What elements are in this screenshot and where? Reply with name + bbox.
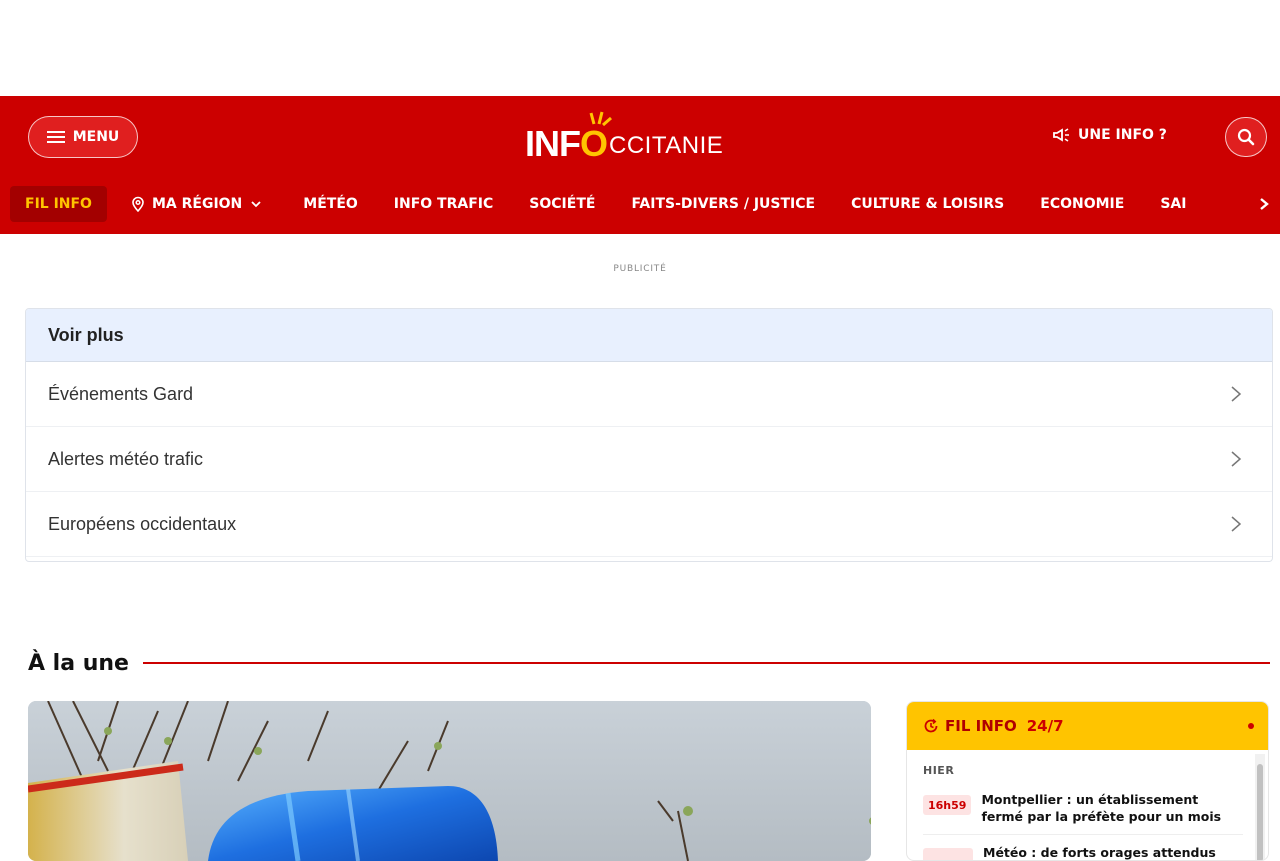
logo-ccitanie-text: CCITANIE <box>609 132 724 159</box>
fil-info-title: FIL INFO <box>945 717 1017 735</box>
main-navigation: FIL INFO MA RÉGION MÉTÉO INFO TRAFIC SOC… <box>0 184 1280 224</box>
police-siren-photo <box>28 701 871 861</box>
chevron-right-icon <box>1231 516 1242 532</box>
logo-sun-o: O <box>580 111 612 164</box>
scrollbar-thumb[interactable] <box>1257 764 1263 860</box>
nav-item-faits-divers-justice[interactable]: FAITS-DIVERS / JUSTICE <box>631 186 815 222</box>
chevron-right-icon <box>1260 198 1269 210</box>
nav-item-sante[interactable]: SAI <box>1160 186 1186 222</box>
live-dot-icon <box>1248 723 1254 729</box>
voir-plus-item-label: Européens occidentaux <box>48 513 237 534</box>
hamburger-icon <box>46 131 65 143</box>
voir-plus-item[interactable]: Européens occidentaux <box>26 492 1272 557</box>
clock-refresh-icon <box>924 718 938 733</box>
fil-info-time: 16h59 <box>923 795 972 815</box>
nav-item-ma-region[interactable]: MA RÉGION <box>130 186 262 222</box>
fil-info-time <box>923 848 973 860</box>
section-divider <box>142 662 1270 664</box>
search-icon <box>1237 128 1255 146</box>
site-logo[interactable]: INF O CCITANIE <box>525 110 723 164</box>
sun-rays-icon <box>589 111 612 126</box>
search-button[interactable] <box>1225 117 1267 157</box>
fil-info-header[interactable]: FIL INFO 24/7 <box>907 702 1268 750</box>
nav-item-meteo[interactable]: MÉTÉO <box>303 186 358 222</box>
fil-info-list: HIER 16h59 Montpellier : un établissemen… <box>907 750 1268 860</box>
nav-item-societe[interactable]: SOCIÉTÉ <box>529 186 595 222</box>
voir-plus-item-label: Événements Gard <box>48 383 194 404</box>
voir-plus-title: Voir plus <box>26 309 1272 362</box>
a-la-une-title: À la une <box>28 650 129 676</box>
logo-info-text: INF <box>525 123 581 164</box>
chevron-right-icon <box>1231 451 1242 467</box>
fil-info-text: Montpellier : un établissement fermé par… <box>981 792 1222 824</box>
voir-plus-panel: Voir plus Événements Gard Alertes météo … <box>25 308 1273 562</box>
nav-item-economie[interactable]: ECONOMIE <box>1040 186 1124 222</box>
voir-plus-item[interactable]: Alertes météo trafic <box>26 427 1272 492</box>
fil-info-widget: FIL INFO 24/7 HIER 16h59 Montpellier : u… <box>906 701 1269 861</box>
voir-plus-item-label: Alertes météo trafic <box>48 448 204 469</box>
nav-item-culture-loisirs[interactable]: CULTURE & LOISIRS <box>851 186 1004 222</box>
fil-info-badge: 24/7 <box>1026 717 1064 735</box>
nav-item-info-trafic[interactable]: INFO TRAFIC <box>394 186 493 222</box>
une-info-label: UNE INFO ? <box>1078 127 1167 143</box>
menu-button[interactable]: MENU <box>28 116 138 158</box>
fil-info-item[interactable]: 16h59 Montpellier : un établissement fer… <box>923 791 1243 835</box>
a-la-une-section-header: À la une <box>28 648 1270 678</box>
chevron-down-icon <box>251 201 261 208</box>
une-info-link[interactable]: UNE INFO ? <box>1052 124 1167 146</box>
fil-info-day: HIER <box>923 764 955 777</box>
location-pin-icon <box>132 196 144 212</box>
fil-info-scrollbar[interactable] <box>1255 754 1265 860</box>
nav-item-fil-info[interactable]: FIL INFO <box>10 186 107 222</box>
advertisement-label: PUBLICITÉ <box>613 264 667 274</box>
chevron-right-icon <box>1231 386 1242 402</box>
top-blank-space <box>0 0 1280 96</box>
voir-plus-item[interactable]: Événements Gard <box>26 362 1272 427</box>
megaphone-icon <box>1053 128 1069 142</box>
menu-label: MENU <box>72 129 120 145</box>
site-header: MENU INF O CCITANIE UNE INFO ? FIL INFO … <box>0 96 1280 234</box>
nav-scroll-right-button[interactable] <box>1248 184 1280 224</box>
headline-article-image[interactable] <box>28 701 871 861</box>
nav-items-track: FIL INFO MA RÉGION MÉTÉO INFO TRAFIC SOC… <box>0 184 1248 224</box>
